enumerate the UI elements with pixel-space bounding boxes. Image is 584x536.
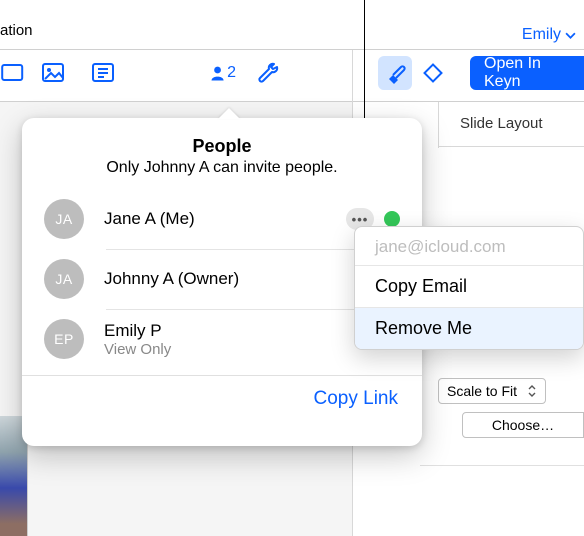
person-name: Emily P xyxy=(104,321,384,341)
avatar: JA xyxy=(44,259,84,299)
text-tool-icon[interactable] xyxy=(90,60,116,86)
presence-dot-green xyxy=(384,211,400,227)
inspector-divider xyxy=(438,146,584,147)
copy-link-label: Copy Link xyxy=(314,388,399,409)
open-in-keynote-label: Open In Keyn xyxy=(484,55,570,91)
choose-label: Choose… xyxy=(492,417,554,433)
current-user-name: Emily xyxy=(522,26,561,44)
animate-icon[interactable] xyxy=(420,60,446,86)
avatar: JA xyxy=(44,199,84,239)
chevron-down-icon xyxy=(565,30,576,41)
image-tool-icon[interactable] xyxy=(40,60,66,86)
current-user-menu[interactable]: Emily xyxy=(522,26,576,44)
collaborator-count: 2 xyxy=(227,64,236,82)
context-email: jane@icloud.com xyxy=(355,227,583,266)
popover-title: People xyxy=(42,136,402,157)
copy-link-row[interactable]: Copy Link xyxy=(22,376,422,422)
copy-email-item[interactable]: Copy Email xyxy=(355,266,583,307)
format-brush-icon[interactable] xyxy=(378,56,412,90)
panel-tab-divider xyxy=(438,102,439,148)
tools-icon[interactable] xyxy=(256,60,282,86)
shape-tool-icon[interactable] xyxy=(0,60,26,86)
document-title-fragment: ation xyxy=(0,22,33,39)
choose-button[interactable]: Choose… xyxy=(462,412,584,438)
person-name: Jane A (Me) xyxy=(104,209,346,229)
person-icon xyxy=(210,62,225,84)
updown-icon xyxy=(527,384,537,398)
scale-to-fit-label: Scale to Fit xyxy=(447,383,517,399)
collaboration-button[interactable]: 2 xyxy=(210,60,236,86)
avatar: EP xyxy=(44,319,84,359)
popover-subtitle: Only Johnny A can invite people. xyxy=(42,159,402,177)
context-menu: jane@icloud.com Copy Email Remove Me xyxy=(354,226,584,350)
app-root: { "header": { "doc_title_fragment": "ati… xyxy=(0,0,584,536)
inspector-divider-2 xyxy=(420,465,584,466)
header-divider xyxy=(0,49,584,50)
remove-me-item[interactable]: Remove Me xyxy=(355,308,583,349)
person-role: View Only xyxy=(104,341,384,358)
slide-layout-tab[interactable]: Slide Layout xyxy=(460,115,543,132)
open-in-keynote-button[interactable]: Open In Keyn xyxy=(470,56,584,90)
scale-to-fit-select[interactable]: Scale to Fit xyxy=(438,378,546,404)
